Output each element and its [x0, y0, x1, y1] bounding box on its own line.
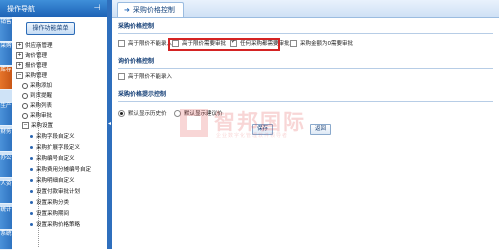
radio-selected[interactable]	[118, 110, 125, 117]
option-zero-amount-approval[interactable]: 采购金额为0需要审批	[290, 40, 353, 48]
dot-icon	[30, 135, 33, 138]
dot-icon	[30, 157, 33, 160]
tab-bar: ➜ 采购价格控制	[112, 0, 499, 18]
collapse-arrow-icon[interactable]: ◂	[108, 118, 111, 130]
expand-icon[interactable]: +	[16, 62, 23, 69]
dot-icon	[30, 179, 33, 182]
tree-node-purchase-settings[interactable]: − 采购设置	[22, 122, 53, 130]
radio-show-history-price[interactable]: 默认显示历史价	[118, 110, 167, 118]
module-tab-hr[interactable]: 人资	[0, 181, 12, 204]
dot-icon	[30, 223, 33, 226]
option-above-limit-no-entry[interactable]: 高于限价不能录入	[118, 40, 172, 48]
nav-tree-panel: 操作功能菜单 + 供应商管理 + 询价管理 + 报价管理 − 采购管理 采购添加 到货提…	[12, 17, 107, 249]
dot-icon	[30, 212, 33, 215]
arrow-right-icon: ➜	[124, 6, 130, 14]
tree-node-purchase[interactable]: − 采购管理	[16, 72, 47, 80]
tree-item-setting[interactable]: 采购明细自定义	[30, 177, 75, 185]
watermark: 智邦国际 企业数字化管理软件领导者	[180, 106, 340, 142]
module-tab-inventory[interactable]: 库存	[0, 67, 12, 90]
tree-item-setting[interactable]: 采购编号自定义	[30, 155, 75, 163]
checkbox[interactable]	[118, 73, 125, 80]
module-tabs: 销售 采购 库存 生产 财务 办公 人资 统计 系统	[0, 17, 12, 250]
expand-icon[interactable]: +	[16, 52, 23, 59]
section-title-purchase-price: 采购价格控制	[118, 23, 155, 30]
bullet-icon	[22, 92, 28, 99]
watermark-logo-icon	[180, 109, 208, 137]
tree-item-purchase-approval[interactable]: 采购审批	[22, 112, 52, 120]
dot-icon	[30, 201, 33, 204]
collapse-icon[interactable]: −	[16, 72, 23, 79]
bullet-icon	[22, 112, 28, 119]
tree-item-setting[interactable]: 采购扩展字段定义	[30, 144, 80, 152]
divider	[118, 101, 493, 102]
expand-icon[interactable]: +	[16, 42, 23, 49]
module-tab-purchase[interactable]: 采购	[0, 43, 12, 66]
module-tab-production[interactable]: 生产	[0, 103, 12, 126]
checkbox[interactable]	[290, 40, 297, 47]
tree-item-purchase-list[interactable]: 采购列表	[22, 102, 52, 110]
divider	[118, 68, 493, 69]
tree-item-setting[interactable]: 采购费用分摊编号自定	[30, 166, 91, 174]
tree-item-purchase-add[interactable]: 采购添加	[22, 82, 52, 90]
option-inquiry-above-limit-no-entry[interactable]: 高于限价不能录入	[118, 73, 172, 81]
tree-item-arrival-reminder[interactable]: 到货提醒	[22, 92, 52, 100]
dot-icon	[30, 146, 33, 149]
tree-node-supplier[interactable]: + 供应商管理	[16, 42, 53, 50]
section-title-inquiry-price: 询价价格控制	[118, 58, 155, 65]
module-tab-sales[interactable]: 销售	[0, 19, 12, 42]
module-tab-system[interactable]: 系统	[0, 231, 12, 250]
tree-node-inquiry[interactable]: + 询价管理	[16, 52, 47, 60]
tree-item-setting[interactable]: 设置采购分类	[30, 199, 69, 207]
highlight-box	[168, 38, 280, 51]
tree-node-quote[interactable]: + 报价管理	[16, 62, 47, 70]
tab-purchase-price-control[interactable]: ➜ 采购价格控制	[117, 2, 184, 17]
favorites-menu-button[interactable]: 操作功能菜单	[26, 22, 75, 35]
section-title-price-hint: 采购价格提示控制	[118, 91, 167, 98]
tree-item-setting[interactable]: 设置采购价格策略	[30, 221, 80, 229]
watermark-subtext: 企业数字化管理软件领导者	[216, 133, 289, 139]
tree-item-setting[interactable]: 采购字段自定义	[30, 133, 75, 141]
dot-icon	[30, 190, 33, 193]
bullet-icon	[22, 102, 28, 109]
app-window: 操作导航 ⊣ 销售 采购 库存 生产 财务 办公 人资 统计 系统 操作功能菜单…	[0, 0, 499, 250]
divider	[118, 33, 493, 34]
module-tab-stats[interactable]: 统计	[0, 207, 12, 230]
tree-item-setting[interactable]: 设置付款审批计划	[30, 188, 80, 196]
dot-icon	[30, 168, 33, 171]
nav-title: 操作导航	[7, 5, 35, 13]
collapse-icon[interactable]: −	[22, 122, 29, 129]
checkbox[interactable]	[118, 40, 125, 47]
module-tab-office[interactable]: 办公	[0, 155, 12, 178]
nav-header: 操作导航 ⊣	[0, 0, 107, 17]
module-tab-finance[interactable]: 财务	[0, 129, 12, 152]
pin-icon[interactable]: ⊣	[92, 3, 102, 13]
tree-item-setting[interactable]: 设置采购期间	[30, 210, 69, 218]
bullet-icon	[22, 82, 28, 89]
